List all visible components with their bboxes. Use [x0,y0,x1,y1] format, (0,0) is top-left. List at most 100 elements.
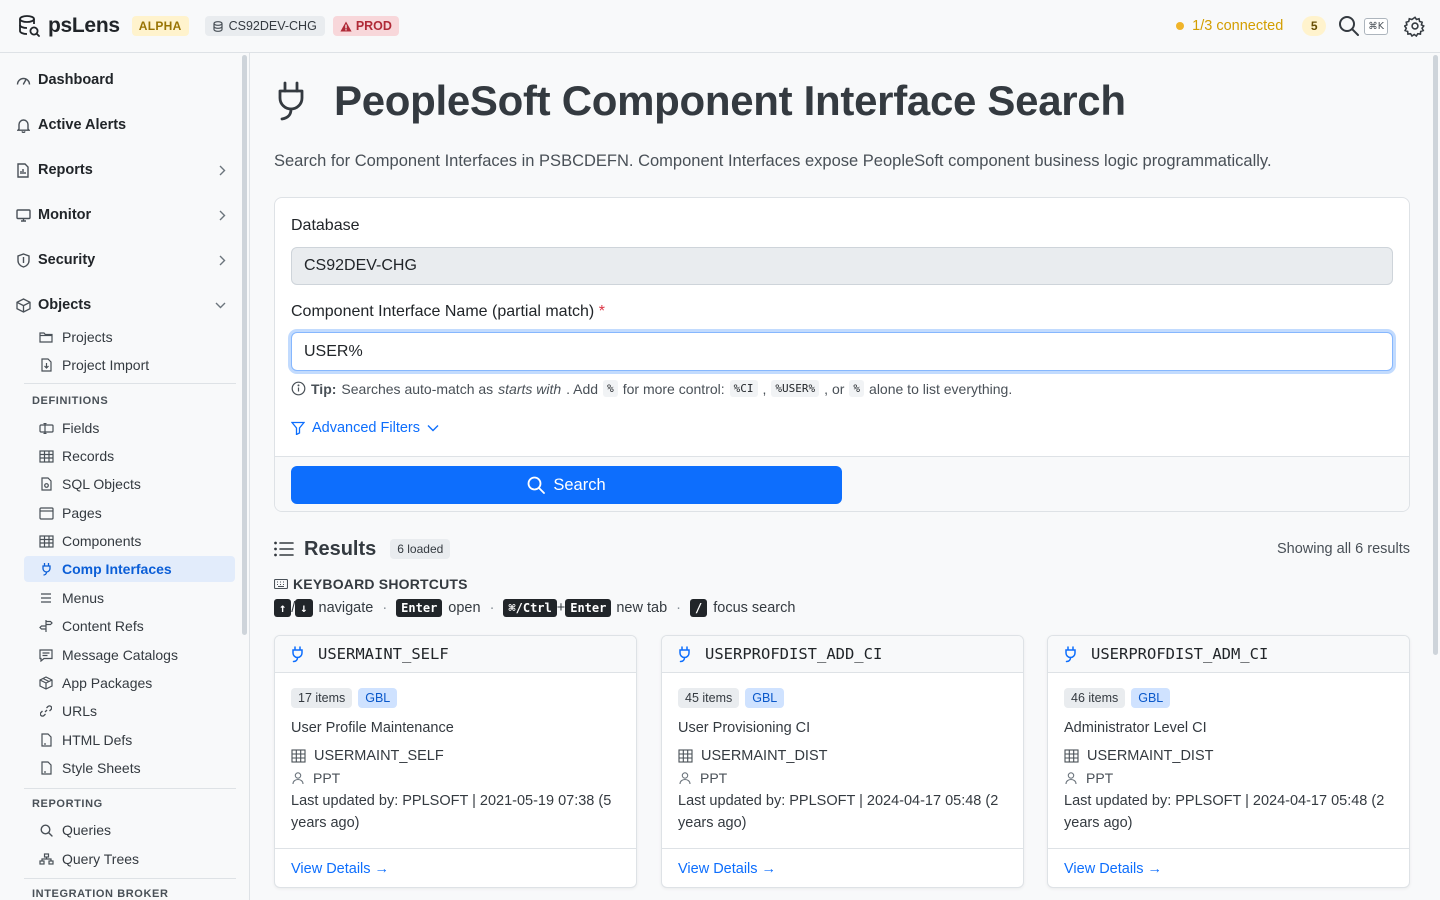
result-card-footer: View Details → [662,848,1023,887]
sidebar-item-pages[interactable]: Pages [24,500,235,526]
sidebar-item-app-packages[interactable]: App Packages [24,670,235,696]
tip-emphasis: starts with [498,380,562,397]
top-bar: psLens ALPHA CS92DEV-CHG PROD 1/3 connec… [0,0,1440,53]
sidebar-section-integration-broker: INTEGRATION BROKER [32,888,169,900]
field-icon [38,422,54,434]
monitor-icon [14,208,32,222]
table-icon [1064,749,1079,763]
view-details-link[interactable]: View Details → [291,861,389,877]
sidebar-scrollbar[interactable] [242,55,247,635]
sidebar-item-urls[interactable]: URLs [24,698,235,724]
items-count-badge: 17 items [291,688,353,708]
sidebar-item-message-catalogs[interactable]: Message Catalogs [24,642,235,668]
result-card-updated: Last updated by: PPLSOFT | 2021-05-19 07… [291,793,612,831]
sidebar-item-label: App Packages [62,675,153,691]
sidebar-item-menus[interactable]: Menus [24,585,235,611]
result-card-title[interactable]: USERMAINT_SELF [318,645,449,663]
sidebar-item-fields[interactable]: Fields [24,415,235,441]
sidebar-item-security[interactable]: Security [14,245,230,275]
alert-count-badge[interactable]: 5 [1302,16,1327,36]
results-header: Results 6 loaded Showing all 6 results [274,534,1410,564]
loaded-count-badge: 6 loaded [390,539,451,559]
sidebar-item-label: Security [38,252,96,268]
items-count-badge: 45 items [678,688,740,708]
sidebar-item-label: SQL Objects [62,476,141,492]
brand[interactable]: psLens [18,14,120,38]
sidebar-item-monitor[interactable]: Monitor [14,200,230,230]
ci-name-input[interactable] [291,332,1393,371]
list-icon [274,541,294,557]
person-icon [291,771,305,785]
command-palette-shortcut[interactable]: ⌘K [1364,17,1388,35]
search-button[interactable]: Search [291,466,842,504]
chevron-down-icon [427,424,439,432]
keyboard-icon [274,579,288,589]
shortcut-description: open [448,600,481,616]
result-card-title[interactable]: USERPROFDIST_ADM_CI [1091,645,1268,663]
sidebar-item-label: HTML Defs [62,732,133,748]
result-card-header: USERPROFDIST_ADD_CI [662,636,1023,673]
result-card[interactable]: USERMAINT_SELF 17 items GBL User Profile… [274,635,637,888]
connection-status[interactable]: 1/3 connected [1176,18,1283,34]
sidebar-item-dashboard[interactable]: Dashboard [14,65,230,95]
required-marker: * [598,303,605,320]
chevron-right-icon [219,165,226,176]
ci-name-label: Component Interface Name (partial match)… [291,303,605,321]
sidebar-item-reports[interactable]: Reports [14,155,230,185]
tip-label: Tip: [311,380,337,397]
sidebar-item-label: Message Catalogs [62,647,178,663]
file-code-icon [38,477,54,491]
result-card-title[interactable]: USERPROFDIST_ADD_CI [705,645,882,663]
result-card[interactable]: USERPROFDIST_ADM_CI 46 items GBL Adminis… [1047,635,1410,888]
tip-text: Searches auto-match as [341,380,494,397]
shortcut-description: new tab [616,600,668,616]
result-card-record: USERMAINT_DIST [1064,748,1214,764]
sidebar-item-html-defs[interactable]: HTML Defs [24,727,235,753]
sidebar-item-components[interactable]: Components [24,528,235,554]
report-icon [14,162,32,178]
gear-icon[interactable] [1404,15,1426,37]
box-icon [14,297,32,313]
sidebar: Dashboard Active Alerts Reports Monitor … [0,53,250,900]
results-count-text: Showing all 6 results [1277,541,1410,557]
result-card-tags: 46 items GBL [1064,688,1171,708]
view-details-link[interactable]: View Details → [678,861,776,877]
database-icon [212,20,223,32]
file-import-icon [38,358,54,372]
database-label: Database [291,217,360,234]
sidebar-item-label: Dashboard [38,72,114,88]
database-logo-icon [18,14,40,38]
table-icon [678,749,693,763]
sidebar-item-label: Monitor [38,207,92,223]
shortcut-separator: · [382,600,388,616]
ci-name-label-text: Component Interface Name (partial match) [291,303,595,320]
main-scrollbar[interactable] [1433,55,1438,655]
database-chip[interactable]: CS92DEV-CHG [204,16,325,36]
result-card-owner: PPT [1064,770,1113,786]
sidebar-item-records[interactable]: Records [24,443,235,469]
sidebar-item-objects[interactable]: Objects [14,290,230,320]
view-details-link[interactable]: View Details → [1064,861,1162,877]
search-icon[interactable] [1338,15,1360,37]
status-dot-icon [1176,22,1185,30]
sidebar-item-projects[interactable]: Projects [24,324,235,350]
plug-icon [274,80,308,122]
result-card-owner: PPT [291,770,340,786]
sidebar-item-label: Query Trees [62,851,140,867]
result-card-record: USERMAINT_DIST [678,748,828,764]
advanced-filters-toggle[interactable]: Advanced Filters [291,420,439,436]
sidebar-item-content-refs[interactable]: Content Refs [24,613,235,639]
sidebar-item-style-sheets[interactable]: Style Sheets [24,755,235,781]
page-title: PeopleSoft Component Interface Search [334,77,1126,124]
sidebar-item-comp-interfaces[interactable]: Comp Interfaces [24,556,235,582]
database-field[interactable]: CS92DEV-CHG [291,247,1393,285]
sidebar-item-project-import[interactable]: Project Import [24,352,235,378]
sidebar-item-queries[interactable]: Queries [24,817,235,843]
sidebar-item-label: Active Alerts [38,117,127,133]
result-card-tags: 45 items GBL [678,688,785,708]
sidebar-item-query-trees[interactable]: Query Trees [24,846,235,872]
brand-name: psLens [48,14,120,37]
result-card[interactable]: USERPROFDIST_ADD_CI 45 items GBL User Pr… [661,635,1024,888]
sidebar-item-sql-objects[interactable]: SQL Objects [24,471,235,497]
sidebar-item-active-alerts[interactable]: Active Alerts [14,110,230,140]
